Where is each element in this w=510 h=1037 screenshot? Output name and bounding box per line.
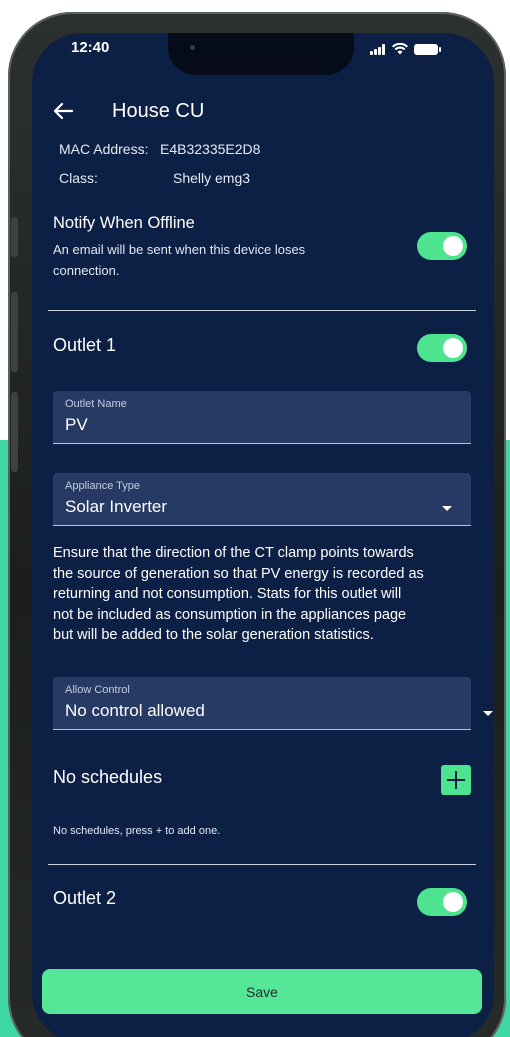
toggle-knob [443, 338, 463, 358]
mac-address-label: MAC Address: [59, 141, 149, 157]
outlet-1-title: Outlet 1 [53, 335, 117, 355]
caret-down-icon [442, 506, 452, 511]
class-label: Class: [59, 170, 98, 186]
outlet-2-title: Outlet 2 [53, 888, 117, 908]
description-line: but will be added to the solar generatio… [53, 627, 374, 643]
notch [168, 33, 354, 75]
add-schedule-button[interactable] [441, 765, 471, 795]
allow-control-select[interactable]: Allow Control No control allowed [53, 677, 471, 730]
outlet-name-label: Outlet Name [65, 398, 127, 410]
phone-screen: 12:40 House CU MAC Address: E4B32335E2D8… [32, 33, 494, 1037]
notify-offline-description-line2: connection. [53, 263, 120, 278]
arrow-left-icon[interactable] [52, 100, 74, 122]
schedules-title: No schedules [53, 767, 163, 787]
mac-address-value: E4B32335E2D8 [160, 141, 261, 157]
outlet-2-toggle[interactable] [417, 888, 467, 916]
divider [48, 310, 476, 311]
description-line: the source of generation so that PV ener… [53, 565, 424, 582]
status-time: 12:40 [71, 39, 110, 56]
plus-icon [455, 771, 457, 789]
signal-icon [370, 43, 386, 55]
notify-offline-title: Notify When Offline [53, 214, 195, 232]
mute-switch [11, 217, 18, 257]
description-line: Ensure that the direction of the CT clam… [53, 545, 414, 561]
appliance-type-value: Solar Inverter [65, 497, 168, 516]
schedules-hint: No schedules, press + to add one. [53, 825, 221, 837]
notify-offline-toggle[interactable] [417, 232, 467, 260]
status-icons [370, 43, 441, 55]
volume-down-button [11, 392, 18, 472]
divider [48, 864, 476, 865]
wifi-icon [392, 43, 408, 55]
notify-offline-description-line1: An email will be sent when this device l… [53, 242, 306, 257]
appliance-type-select[interactable]: Appliance Type Solar Inverter [53, 473, 471, 526]
volume-up-button [11, 292, 18, 372]
page-title: House CU [112, 100, 205, 122]
description-line: not be included as consumption in the ap… [53, 606, 407, 623]
outlet-name-value: PV [65, 415, 88, 434]
allow-control-value: No control allowed [65, 701, 205, 720]
outlet-name-input[interactable]: Outlet Name PV [53, 391, 471, 444]
scene: 12:40 House CU MAC Address: E4B32335E2D8… [0, 0, 510, 1037]
ct-clamp-description: Ensure that the direction of the CT clam… [53, 543, 478, 646]
allow-control-label: Allow Control [65, 684, 130, 696]
outlet-1-toggle[interactable] [417, 334, 467, 362]
save-button[interactable]: Save [42, 969, 482, 1014]
appliance-type-label: Appliance Type [65, 480, 141, 492]
toggle-knob [443, 236, 463, 256]
toggle-knob [443, 892, 463, 912]
description-line: returning and not consumption. Stats for… [53, 586, 402, 602]
battery-icon [414, 43, 441, 55]
caret-down-icon[interactable] [483, 711, 493, 716]
camera-dot [190, 45, 195, 50]
class-value: Shelly emg3 [173, 170, 251, 186]
